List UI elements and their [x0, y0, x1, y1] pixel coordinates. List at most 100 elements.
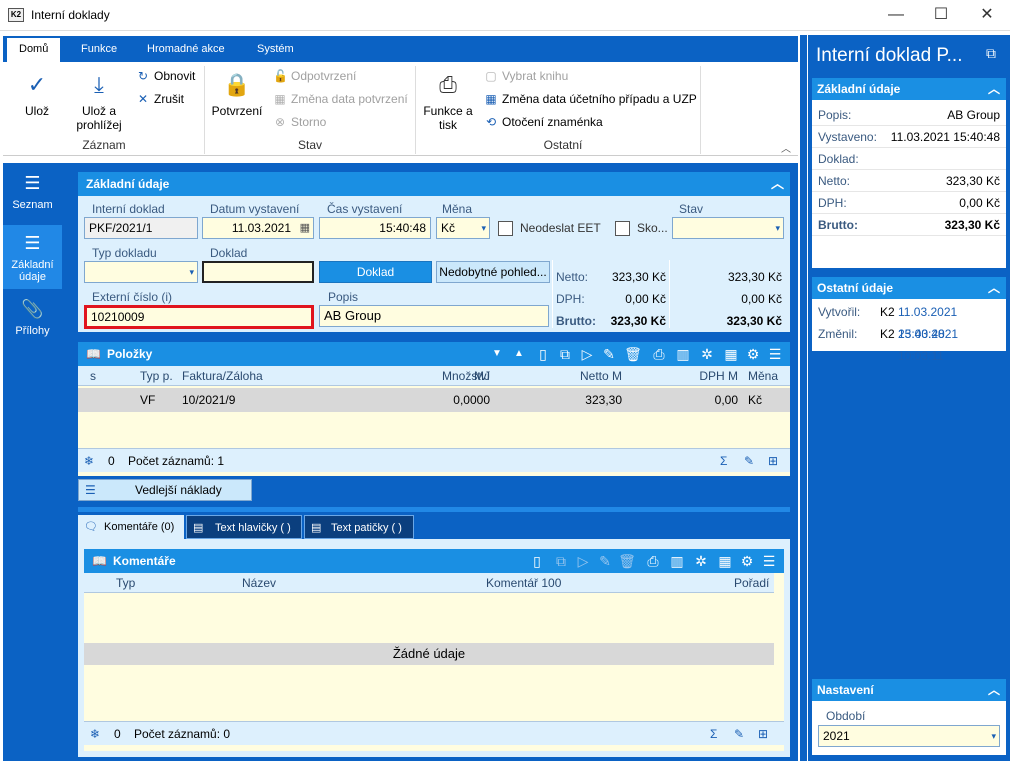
sko-checkbox[interactable] [615, 221, 630, 236]
calendar-icon[interactable]: ▦ [300, 218, 310, 238]
add-row-icon[interactable]: ⊞ [758, 722, 768, 746]
collapse-icon[interactable]: ︿ [988, 78, 1000, 100]
delete-icon[interactable]: 🗑 [624, 342, 642, 366]
col-nazev[interactable]: Název [242, 573, 276, 593]
copy-icon[interactable]: ⧉ [556, 342, 574, 366]
dropdown-icon[interactable]: ▾ [481, 218, 486, 238]
copy-icon[interactable]: ⧉ [552, 549, 570, 573]
sort-down-icon[interactable]: ▼ [488, 342, 506, 366]
datum-vystaveni-field[interactable]: 11.03.2021 ▦ [202, 217, 314, 239]
refresh-button[interactable]: ↻ Obnovit [136, 69, 195, 83]
printer-icon[interactable]: ⎙ [644, 549, 662, 573]
col-faktura[interactable]: Faktura/Záloha [182, 366, 263, 386]
nav-seznam[interactable]: ☰ Seznam [3, 171, 62, 227]
chart-icon[interactable]: ▥ [674, 342, 692, 366]
splitter[interactable] [78, 507, 790, 512]
edit-icon[interactable]: ✎ [600, 342, 618, 366]
col-mena[interactable]: Měna [748, 366, 778, 386]
sort-up-icon[interactable]: ▲ [510, 342, 528, 366]
hierarchy-icon[interactable]: ✲ [698, 342, 716, 366]
settings-icon[interactable]: ⚙ [738, 549, 756, 573]
interni-doklad-field[interactable]: PKF/2021/1 [84, 217, 198, 239]
collapse-icon[interactable]: ︿ [988, 277, 1000, 299]
new-document-icon[interactable]: ▯ [534, 342, 552, 366]
new-document-icon[interactable]: ▯ [528, 549, 546, 573]
dropdown-icon[interactable]: ▾ [991, 726, 996, 746]
nav-zakladni-udaje[interactable]: ☰ Základní údaje [3, 225, 62, 289]
edit-icon[interactable]: ✎ [744, 449, 754, 473]
tab-text-hlavicky[interactable]: ▤ Text hlavičky ( ) [186, 515, 302, 539]
storno-button[interactable]: ⊗ Storno [273, 115, 326, 129]
col-netto[interactable]: Netto M [510, 366, 622, 386]
count-number: 0 [114, 727, 121, 741]
change-confirm-date-button[interactable]: ▦ Změna data potvrzení [273, 92, 407, 106]
menu-icon[interactable]: ☰ [760, 549, 778, 573]
edit-icon[interactable]: ✎ [596, 549, 614, 573]
vertical-splitter[interactable] [800, 35, 807, 761]
dropdown-icon[interactable]: ▾ [775, 218, 780, 238]
change-uzp-date-button[interactable]: ▦ Změna data účetního případu a UZP [484, 92, 696, 106]
collapse-icon[interactable]: ︿ [988, 679, 1000, 701]
printer-icon[interactable]: ⎙ [650, 342, 668, 366]
snowflake-icon[interactable]: ❄ [90, 722, 100, 746]
typ-dokladu-select[interactable]: ▾ [84, 261, 198, 283]
popis-field[interactable]: AB Group [319, 305, 549, 327]
sum-icon[interactable]: Σ [720, 449, 727, 473]
doklad-button[interactable]: Doklad [319, 261, 432, 283]
tab-domu[interactable]: Domů [7, 38, 61, 62]
tab-hromadne-akce[interactable]: Hromadné akce [135, 36, 237, 62]
save-button[interactable]: ✓ Ulož [11, 72, 63, 118]
table-row[interactable]: VF 10/2021/9 0,0000 323,30 0,00 Kč [78, 388, 790, 412]
collapse-ribbon-icon[interactable]: ︿ [781, 140, 791, 155]
unconfirm-button[interactable]: 🔓 Odpotvrzení [273, 69, 356, 83]
close-icon[interactable]: ✕ [964, 0, 1010, 31]
tab-system[interactable]: Systém [245, 36, 306, 62]
changed-date-link[interactable]: 23.03.2021 10:03:11 [898, 323, 1006, 367]
tab-funkce[interactable]: Funkce [69, 36, 129, 62]
popout-icon[interactable]: ⧉ [986, 45, 996, 62]
cancel-button[interactable]: ✕ Zrušit [136, 92, 184, 106]
select-book-button[interactable]: ▢ Vybrat knihu [484, 69, 568, 83]
netto-value-2: 323,30 Kč [727, 270, 782, 284]
settings-icon[interactable]: ⚙ [744, 342, 762, 366]
delete-icon[interactable]: 🗑 [618, 549, 636, 573]
tab-komentare[interactable]: 🗨 Komentáře (0) [78, 515, 184, 539]
vedlejsi-naklady-button[interactable]: ☰ Vedlejší náklady [78, 479, 252, 501]
col-dph[interactable]: DPH M [626, 366, 738, 386]
save-and-browse-button[interactable]: ⤓ Ulož a prohlížej [67, 72, 131, 132]
flip-sign-button[interactable]: ⟲ Otočení znaménka [484, 115, 603, 129]
confirm-button[interactable]: 🔒 Potvrzení [209, 72, 265, 118]
tab-text-paticky[interactable]: ▤ Text patičky ( ) [304, 515, 414, 539]
nedobytne-button[interactable]: Nedobytné pohled... [436, 261, 550, 283]
obdobi-select[interactable]: 2021 ▾ [818, 725, 1000, 747]
mena-select[interactable]: Kč ▾ [436, 217, 490, 239]
neodeslat-eet-checkbox[interactable] [498, 221, 513, 236]
snowflake-icon[interactable]: ❄ [84, 449, 94, 473]
col-typ[interactable]: Typ p. [140, 366, 173, 386]
add-row-icon[interactable]: ⊞ [768, 449, 778, 473]
col-poradi[interactable]: Pořadí [734, 573, 769, 593]
hierarchy-icon[interactable]: ✲ [692, 549, 710, 573]
col-komentar[interactable]: Komentář 100 [486, 573, 561, 593]
stav-select[interactable]: ▾ [672, 217, 784, 239]
functions-print-button[interactable]: ⎙ Funkce a tisk [420, 72, 476, 132]
dropdown-icon[interactable]: ▾ [189, 262, 194, 282]
sum-icon[interactable]: Σ [710, 722, 717, 746]
cas-vystaveni-field[interactable]: 15:40:48 [319, 217, 431, 239]
col-typ[interactable]: Typ [116, 573, 135, 593]
collapse-icon[interactable]: ︿ [771, 172, 784, 196]
columns-icon[interactable]: ▦ [722, 342, 740, 366]
menu-icon[interactable]: ☰ [766, 342, 784, 366]
minimize-icon[interactable]: — [873, 0, 919, 31]
col-mj[interactable]: MJ [474, 366, 490, 386]
col-s[interactable]: s [90, 366, 96, 386]
maximize-icon[interactable]: ☐ [918, 0, 964, 31]
play-icon[interactable]: ▷ [574, 549, 592, 573]
columns-icon[interactable]: ▦ [716, 549, 734, 573]
doklad-field[interactable] [202, 261, 314, 283]
edit-icon[interactable]: ✎ [734, 722, 744, 746]
nav-prilohy[interactable]: 📎 Přílohy [3, 291, 62, 347]
chart-icon[interactable]: ▥ [668, 549, 686, 573]
externi-cislo-field[interactable]: 10210009 [84, 305, 314, 329]
play-icon[interactable]: ▷ [578, 342, 596, 366]
